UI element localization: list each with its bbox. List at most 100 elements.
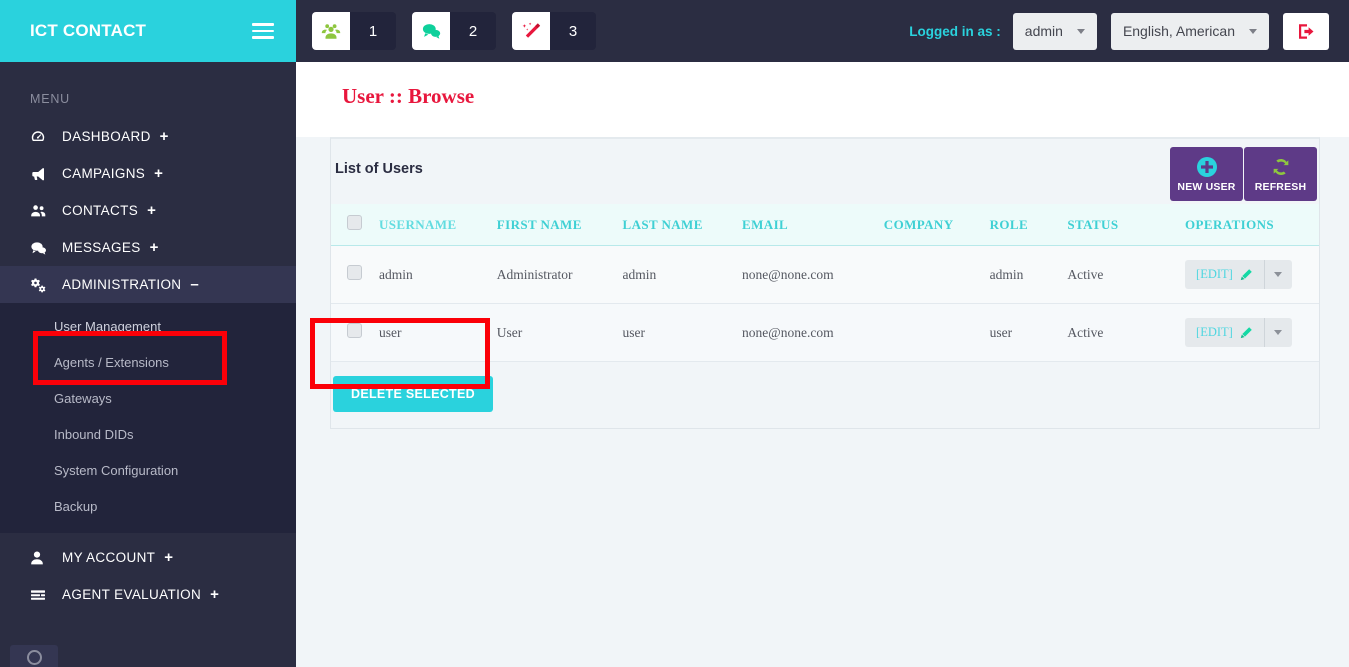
cell-role: user [983,303,1062,362]
column-header-last-name[interactable]: LAST NAME [616,204,737,246]
cell-username: admin [372,245,491,304]
edit-button[interactable]: [EDIT] [1185,318,1264,347]
table-head: USERNAME FIRST NAME LAST NAME EMAIL COMP… [331,204,1319,246]
select-all-header [331,204,373,246]
sidebar-subitem-user-management[interactable]: User Management [0,309,296,345]
badge-count: 3 [550,12,596,50]
sidebar-item-dashboard[interactable]: DASHBOARD + [0,118,296,155]
sidebar-item-messages[interactable]: MESSAGES + [0,229,296,266]
refresh-button[interactable]: REFRESH [1244,147,1317,201]
operations-dropdown-toggle[interactable] [1263,318,1292,347]
column-header-first-name[interactable]: FIRST NAME [490,204,617,246]
users-icon [30,203,52,219]
app-root: ICT CONTACT MENU DASHBOARD + CAMPAIGNS + [0,0,1349,667]
sidebar-item-my-account[interactable]: MY ACCOUNT + [0,539,296,576]
sidebar-item-contacts[interactable]: CONTACTS + [0,192,296,229]
edit-label: [EDIT] [1196,267,1233,281]
sidebar-item-label: DASHBOARD [62,129,151,144]
megaphone-icon [30,166,52,182]
sidebar-subitem-agents-extensions[interactable]: Agents / Extensions [0,345,296,381]
chevron-down-icon [1274,330,1283,335]
user-icon [30,550,52,566]
expand-toggle[interactable]: + [210,587,219,602]
new-user-label: NEW USER [1177,180,1236,193]
language-select[interactable]: English, American [1110,12,1269,50]
list-icon [30,587,52,603]
select-all-checkbox[interactable] [347,215,362,230]
cell-email: none@none.com [736,303,878,362]
sidebar-item-label: ADMINISTRATION [62,277,182,292]
column-header-company[interactable]: COMPANY [877,204,984,246]
chevron-down-icon [1274,272,1283,277]
topbar-badges: 1 2 3 [312,12,612,50]
column-header-operations: OPERATIONS [1179,204,1319,246]
expand-toggle[interactable]: + [150,240,159,255]
sidebar-subitem-inbound-dids[interactable]: Inbound DIDs [0,417,296,453]
logout-icon [1298,23,1313,39]
sidebar-item-label: CAMPAIGNS [62,166,146,181]
row-checkbox[interactable] [347,323,362,338]
content-background: List of Users NEW USER REFRESH USERNAME … [296,137,1349,667]
new-user-button[interactable]: NEW USER [1170,147,1243,201]
sidebar-subitem-gateways[interactable]: Gateways [0,381,296,417]
hamburger-icon[interactable] [252,19,274,43]
sidebar-clock-widget[interactable] [10,645,58,667]
sidebar-item-campaigns[interactable]: CAMPAIGNS + [0,155,296,192]
expand-toggle[interactable]: + [147,203,156,218]
sidebar-item-administration[interactable]: ADMINISTRATION – [0,266,296,303]
column-header-username[interactable]: USERNAME [372,204,491,246]
delete-selected-button[interactable]: DELETE SELECTED [333,376,493,412]
edit-button[interactable]: [EDIT] [1185,260,1264,289]
sidebar-subitem-backup[interactable]: Backup [0,489,296,525]
topbar: 1 2 3 Logged in as: admin English, Amer… [296,0,1349,62]
cell-status: Active [1061,303,1180,362]
expand-toggle[interactable]: + [164,550,173,565]
badge-messages[interactable]: 2 [412,12,496,50]
cell-status: Active [1061,245,1180,304]
user-select-value: admin [1024,23,1063,39]
language-select-value: English, American [1122,23,1235,39]
chevron-down-icon [1076,28,1085,34]
app-logo-title: ICT CONTACT [30,21,147,40]
administration-submenu: User Management Agents / Extensions Gate… [0,303,296,533]
main-content: User :: Browse List of Users NEW USER RE… [296,62,1349,667]
users-panel: List of Users NEW USER REFRESH USERNAME … [330,137,1320,429]
sidebar: ICT CONTACT MENU DASHBOARD + CAMPAIGNS + [0,0,296,667]
badge-contacts[interactable]: 1 [312,12,396,50]
page-title: User :: Browse [342,84,475,108]
panel-footer: DELETE SELECTED [331,362,1319,428]
magic-wand-icon [512,12,550,50]
user-select[interactable]: admin [1012,12,1097,50]
dashboard-icon [30,129,52,145]
topbar-right-controls: Logged in as : admin English, American [909,12,1349,50]
cell-role: admin [983,245,1062,304]
collapse-toggle[interactable]: – [190,277,199,292]
cell-email: none@none.com [736,245,878,304]
pencil-icon [1240,326,1252,338]
edit-label: [EDIT] [1196,325,1233,339]
column-header-role[interactable]: ROLE [983,204,1062,246]
table-header-row: USERNAME FIRST NAME LAST NAME EMAIL COMP… [331,204,1319,246]
row-select-cell [331,245,373,304]
refresh-label: REFRESH [1254,180,1307,193]
badge-campaigns[interactable]: 3 [512,12,596,50]
chevron-down-icon [1249,28,1257,34]
operations-dropdown-toggle[interactable] [1263,260,1292,289]
column-header-status[interactable]: STATUS [1061,204,1180,246]
sidebar-item-agent-evaluation[interactable]: AGENT EVALUATION + [0,576,296,613]
logout-button[interactable] [1283,12,1329,50]
sidebar-bottom-nav: MY ACCOUNT + AGENT EVALUATION + [0,539,296,613]
cell-operations: [EDIT] [1179,245,1319,304]
badge-count: 1 [350,12,396,50]
table-row: admin Administrator admin none@none.com … [331,245,1319,304]
table-row: user User user none@none.com user Active… [331,303,1319,362]
expand-toggle[interactable]: + [160,129,169,144]
sidebar-item-label: CONTACTS [62,203,139,218]
column-header-email[interactable]: EMAIL [736,204,878,246]
cogs-icon [30,277,52,293]
expand-toggle[interactable]: + [154,166,163,181]
sidebar-subitem-system-configuration[interactable]: System Configuration [0,453,296,489]
comments-icon [412,12,450,50]
operations-group: [EDIT] [1185,260,1313,289]
row-checkbox[interactable] [347,265,362,280]
